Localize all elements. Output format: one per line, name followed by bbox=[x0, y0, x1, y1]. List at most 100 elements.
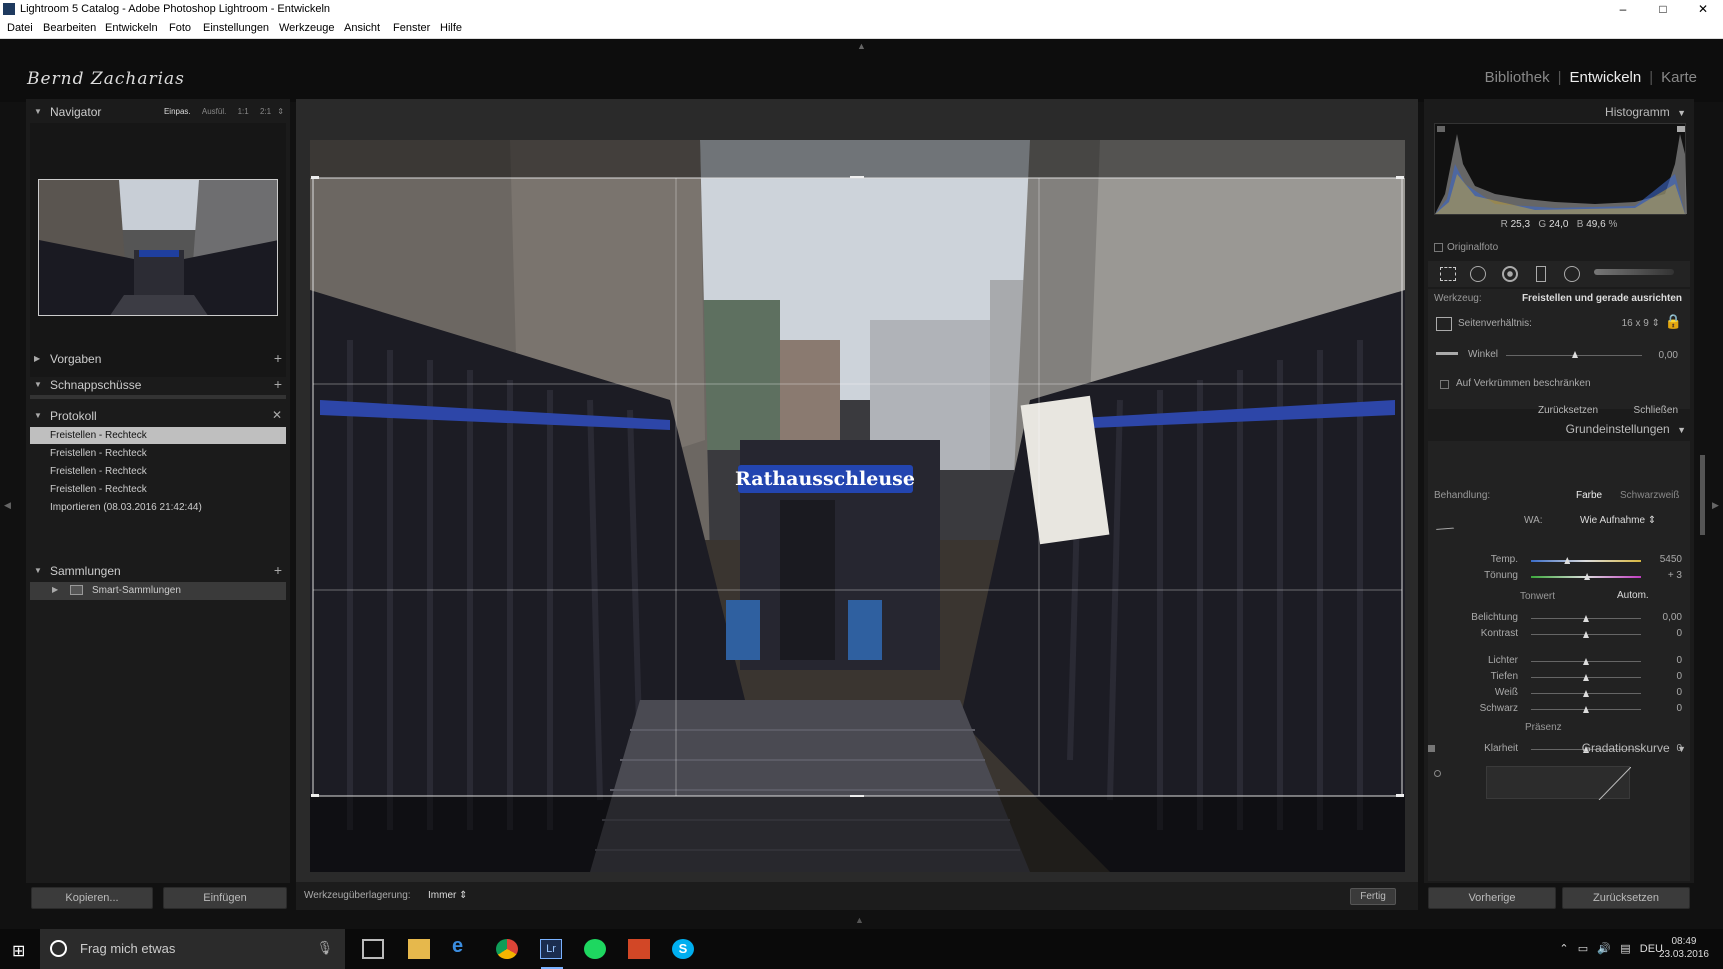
zoom-fill[interactable]: Ausfül. bbox=[202, 107, 226, 116]
add-collection-icon[interactable]: + bbox=[274, 562, 282, 578]
treatment-color-option[interactable]: Farbe bbox=[1576, 490, 1602, 501]
smart-collections-item[interactable]: ▶ Smart-Sammlungen bbox=[30, 582, 286, 600]
zoom-dropdown-icon[interactable]: ⇕ bbox=[277, 107, 284, 116]
powerpoint-icon[interactable] bbox=[628, 939, 650, 959]
constrain-checkbox[interactable] bbox=[1440, 380, 1449, 389]
zoom-fit[interactable]: Einpas. bbox=[164, 107, 191, 116]
system-clock[interactable]: 08:49 23.03.2016 bbox=[1659, 935, 1709, 961]
target-adjust-icon[interactable] bbox=[1434, 770, 1441, 777]
left-panel-toggle-icon[interactable]: ◀ bbox=[4, 500, 11, 511]
edge-icon[interactable]: e bbox=[452, 935, 474, 957]
crop-tool-icon[interactable] bbox=[1440, 267, 1456, 281]
module-entwickeln[interactable]: Entwickeln bbox=[1570, 69, 1642, 86]
zoom-2-1[interactable]: 2:1 bbox=[260, 107, 271, 116]
wb-dropdown[interactable]: Wie Aufnahme ⇕ bbox=[1580, 515, 1656, 526]
crop-reset-button[interactable]: Zurücksetzen bbox=[1538, 405, 1598, 416]
navigator-header[interactable]: ▼ Navigator Einpas. Ausfül. 1:1 2:1 ⇕ bbox=[26, 99, 290, 125]
clear-history-icon[interactable]: ✕ bbox=[272, 408, 282, 422]
history-item[interactable]: Freistellen - Rechteck bbox=[30, 481, 286, 498]
right-panel-toggle-icon[interactable]: ▶ bbox=[1712, 500, 1719, 511]
slider-value[interactable]: 0 bbox=[1676, 628, 1682, 639]
menu-hilfe[interactable]: Hilfe bbox=[440, 22, 462, 34]
slider-value[interactable]: + 3 bbox=[1668, 570, 1682, 581]
add-preset-icon[interactable]: + bbox=[274, 350, 282, 366]
done-button[interactable]: Fertig bbox=[1350, 888, 1396, 905]
filmstrip-toggle-icon[interactable]: ▲ bbox=[855, 915, 864, 925]
crop-frame-icon[interactable] bbox=[1436, 317, 1452, 331]
file-explorer-icon[interactable] bbox=[408, 939, 430, 959]
slider-track[interactable] bbox=[1531, 560, 1641, 562]
original-photo-toggle[interactable]: Originalfoto bbox=[1434, 242, 1498, 253]
menu-ansicht[interactable]: Ansicht bbox=[344, 22, 380, 34]
slider-value[interactable]: 0 bbox=[1676, 687, 1682, 698]
add-snapshot-icon[interactable]: + bbox=[274, 376, 282, 392]
radial-filter-icon[interactable] bbox=[1564, 266, 1580, 282]
snapshots-divider bbox=[30, 395, 286, 399]
chrome-icon[interactable] bbox=[496, 939, 518, 959]
history-header[interactable]: ▼ Protokoll ✕ bbox=[26, 403, 290, 429]
adjustment-brush-icon[interactable] bbox=[1594, 269, 1674, 275]
overlay-dropdown[interactable]: Immer ⇕ bbox=[428, 890, 468, 901]
right-panel-scrollbar[interactable] bbox=[1700, 455, 1705, 535]
straighten-tool-icon[interactable] bbox=[1436, 352, 1458, 355]
task-view-icon[interactable] bbox=[362, 939, 384, 959]
paste-settings-button[interactable]: Einfügen bbox=[163, 887, 287, 909]
previous-button[interactable]: Vorherige bbox=[1428, 887, 1556, 909]
collections-header[interactable]: ▼ Sammlungen + bbox=[26, 558, 290, 584]
module-bibliothek[interactable]: Bibliothek bbox=[1485, 69, 1550, 86]
menu-foto[interactable]: Foto bbox=[169, 22, 191, 34]
history-item[interactable]: Importieren (08.03.2016 21:42:44) bbox=[30, 499, 286, 516]
minimize-button[interactable]: – bbox=[1603, 0, 1643, 19]
lock-icon[interactable]: 🔒 bbox=[1665, 313, 1682, 330]
presets-header[interactable]: ▶ Vorgaben + bbox=[26, 346, 290, 372]
menu-einstellungen[interactable]: Einstellungen bbox=[203, 22, 269, 34]
slider-value[interactable]: 0 bbox=[1676, 671, 1682, 682]
tray-chevron-icon[interactable]: ⌃ bbox=[1559, 943, 1568, 955]
lightroom-icon[interactable]: Lr bbox=[540, 939, 562, 959]
aspect-dropdown[interactable]: 16 x 9 ⇕ bbox=[1622, 318, 1660, 329]
maximize-button[interactable]: □ bbox=[1643, 0, 1683, 19]
history-item[interactable]: Freistellen - Rechteck bbox=[30, 427, 286, 444]
spot-removal-icon[interactable] bbox=[1470, 266, 1486, 282]
slider-row: Weiß 0 bbox=[1424, 685, 1694, 701]
tone-curve-graph[interactable] bbox=[1486, 766, 1632, 801]
microphone-icon[interactable]: 🎙 bbox=[316, 940, 333, 956]
menu-entwickeln[interactable]: Entwickeln bbox=[105, 22, 158, 34]
tone-curve-header[interactable]: Gradationskurve ▼ bbox=[1582, 741, 1686, 755]
slider-value[interactable]: 0 bbox=[1676, 703, 1682, 714]
module-karte[interactable]: Karte bbox=[1661, 69, 1697, 86]
smart-collections-label: Smart-Sammlungen bbox=[92, 585, 181, 596]
panel-switch-icon[interactable] bbox=[1428, 745, 1435, 752]
skype-icon[interactable]: S bbox=[672, 939, 694, 959]
copy-settings-button[interactable]: Kopieren... bbox=[31, 887, 153, 909]
volume-icon[interactable]: 🔊 bbox=[1597, 943, 1611, 955]
menu-werkzeuge[interactable]: Werkzeuge bbox=[279, 22, 334, 34]
slider-value[interactable]: 0,00 bbox=[1663, 612, 1682, 623]
treatment-bw-option[interactable]: Schwarzweiß bbox=[1620, 490, 1679, 501]
history-item[interactable]: Freistellen - Rechteck bbox=[30, 445, 286, 462]
graduated-filter-icon[interactable] bbox=[1536, 266, 1546, 282]
histogram[interactable] bbox=[1434, 123, 1687, 215]
reset-all-button[interactable]: Zurücksetzen bbox=[1562, 887, 1690, 909]
auto-tone-button[interactable]: Autom. bbox=[1617, 590, 1649, 601]
menu-datei[interactable]: Datei bbox=[7, 22, 33, 34]
spotify-icon[interactable] bbox=[584, 939, 606, 959]
navigator-thumbnail[interactable] bbox=[38, 179, 278, 316]
menu-fenster[interactable]: Fenster bbox=[393, 22, 430, 34]
windows-start-icon[interactable]: ⊞ bbox=[12, 941, 25, 961]
slider-value[interactable]: 0 bbox=[1676, 655, 1682, 666]
red-eye-icon[interactable] bbox=[1502, 266, 1518, 282]
zoom-1-1[interactable]: 1:1 bbox=[238, 107, 249, 116]
history-item[interactable]: Freistellen - Rechteck bbox=[30, 463, 286, 480]
cortana-search-box[interactable]: Frag mich etwas 🎙 bbox=[40, 929, 345, 969]
notifications-icon[interactable]: ▤ bbox=[1620, 943, 1630, 955]
basic-header[interactable]: Grundeinstellungen ▼ bbox=[1566, 422, 1686, 436]
menu-bearbeiten[interactable]: Bearbeiten bbox=[43, 22, 96, 34]
collapse-top-arrow-icon[interactable]: ▲ bbox=[857, 41, 866, 51]
crop-close-button[interactable]: Schließen bbox=[1634, 405, 1678, 416]
network-icon[interactable]: ▭ bbox=[1578, 943, 1588, 955]
close-button[interactable]: ✕ bbox=[1683, 0, 1723, 19]
slider-value[interactable]: 5450 bbox=[1660, 554, 1682, 565]
histogram-header[interactable]: Histogramm ▼ bbox=[1605, 105, 1686, 119]
crop-canvas[interactable]: Rathausschleuse bbox=[310, 140, 1405, 872]
